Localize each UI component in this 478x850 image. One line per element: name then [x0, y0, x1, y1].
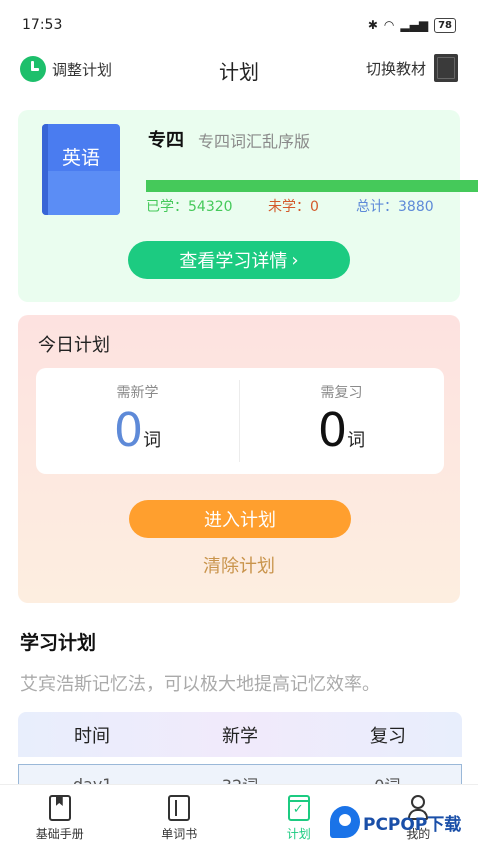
- watermark-logo-icon: [330, 806, 360, 838]
- table-header-time: 时间: [74, 725, 110, 747]
- table-header: 时间 新学 复习: [18, 712, 462, 757]
- table-header-new: 新学: [222, 725, 258, 747]
- status-bar: 17:53 ✱ ◠ ▂▄▆ 78: [0, 0, 478, 50]
- clear-plan-link[interactable]: 清除计划: [18, 552, 460, 578]
- today-plan-panel: 需新学 0 词 需复习 0 词: [36, 368, 444, 474]
- progress-fill: [146, 180, 478, 192]
- unlearned-count: 未学：0: [268, 199, 319, 215]
- today-plan-title: 今日计划: [38, 335, 110, 356]
- bookmark-icon: [48, 795, 71, 821]
- status-icons: ✱ ◠ ▂▄▆ 78: [367, 17, 456, 33]
- view-details-button[interactable]: 查看学习详情 ›: [128, 241, 350, 279]
- enter-plan-button[interactable]: 进入计划: [129, 500, 351, 538]
- wifi-icon: ◠: [383, 18, 395, 32]
- review-words-column: 需复习 0 词: [240, 368, 443, 474]
- bluetooth-icon: ✱: [367, 18, 378, 32]
- switch-textbook-label: 切换教材: [365, 59, 426, 78]
- book-cover-label: 英语: [61, 147, 100, 169]
- status-time: 17:53: [22, 17, 63, 33]
- new-words-column: 需新学 0 词: [36, 368, 239, 474]
- tab-plan-label: 计划: [286, 827, 311, 841]
- learned-count: 已学：54320: [146, 199, 233, 215]
- tab-wordbook[interactable]: 单词书: [120, 785, 240, 850]
- current-book-card: 英语 专四 专四词汇乱序版 已学：54320 未学：0 总计：3880 查看学习…: [18, 110, 478, 302]
- study-plan-title: 学习计划: [20, 632, 97, 654]
- today-plan-card: 今日计划 需新学 0 词 需复习 0 词 进入计划 清除计划: [18, 315, 460, 603]
- battery-icon: 78: [434, 17, 456, 33]
- tab-wordbook-label: 单词书: [161, 827, 198, 841]
- study-plan-description: 艾宾浩斯记忆法，可以极大地提高记忆效率。: [20, 674, 380, 695]
- book-edition: 专四词汇乱序版: [198, 132, 311, 151]
- tab-basic-handbook-label: 基础手册: [35, 827, 84, 841]
- review-words-value: 0 词: [240, 402, 443, 458]
- new-words-caption: 需新学: [116, 385, 159, 401]
- nav-bar: 调整计划 计划 切换教材: [0, 50, 478, 90]
- switch-textbook-button[interactable]: 切换教材: [366, 54, 458, 82]
- review-words-count: 0: [317, 403, 348, 457]
- view-details-label: 查看学习详情: [179, 251, 288, 272]
- watermark: PCPOP下载: [330, 806, 461, 838]
- book-name: 专四: [148, 130, 184, 151]
- book-cover-lower: [48, 171, 120, 215]
- book-icon: [168, 795, 191, 821]
- review-words-caption: 需复习: [320, 385, 363, 401]
- review-words-unit: 词: [347, 430, 366, 451]
- progress-bar: [146, 180, 478, 192]
- calendar-check-icon: [287, 795, 310, 821]
- new-words-value: 0 词: [36, 402, 239, 458]
- table-header-review: 复习: [370, 725, 406, 747]
- chevron-right-icon: ›: [291, 249, 299, 271]
- new-words-count: 0: [113, 403, 144, 457]
- watermark-text: PCPOP下载: [363, 814, 462, 835]
- textbook-icon: [434, 54, 458, 82]
- new-words-unit: 词: [143, 430, 162, 451]
- signal-icon: ▂▄▆: [400, 18, 429, 32]
- total-count: 总计：3880: [356, 199, 434, 215]
- tab-basic-handbook[interactable]: 基础手册: [0, 785, 120, 850]
- book-cover[interactable]: 英语: [42, 124, 120, 215]
